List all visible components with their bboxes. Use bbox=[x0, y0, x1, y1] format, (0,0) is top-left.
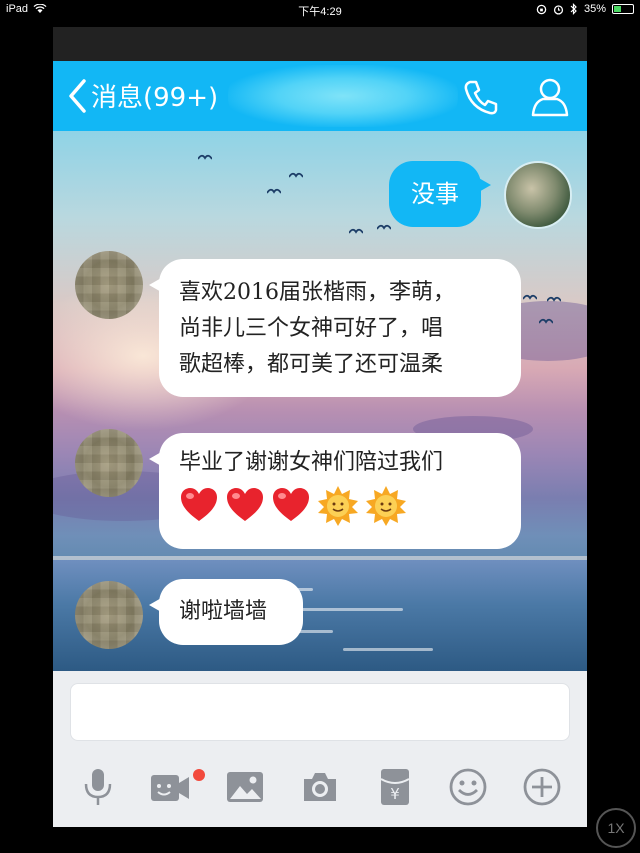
more-button[interactable] bbox=[522, 767, 562, 807]
message-list[interactable]: 没事 喜欢2016届张楷雨，李萌， 尚非儿三个女神可好了，唱 歌超棒，都可美了还… bbox=[53, 131, 587, 671]
image-icon bbox=[227, 772, 263, 802]
red-packet-icon: ¥ bbox=[380, 769, 410, 805]
emoji-row bbox=[179, 485, 501, 527]
yuan-symbol: ¥ bbox=[390, 785, 400, 803]
person-icon bbox=[531, 78, 569, 117]
sun-smile-icon bbox=[366, 486, 406, 526]
video-call-button[interactable] bbox=[150, 767, 190, 807]
microphone-icon bbox=[84, 769, 112, 805]
bird-icon bbox=[289, 172, 303, 178]
voice-message-button[interactable] bbox=[78, 767, 118, 807]
message-line: 歌超棒，都可美了还可温柔 bbox=[179, 352, 444, 377]
back-label: 消息(99+) bbox=[91, 83, 219, 113]
message-line: 毕业了谢谢女神们陪过我们 bbox=[179, 450, 444, 475]
sender-avatar-pixelated[interactable] bbox=[75, 581, 143, 649]
sender-avatar-pixelated[interactable] bbox=[75, 251, 143, 319]
bluetooth-icon bbox=[570, 3, 577, 15]
bird-icon bbox=[198, 154, 212, 160]
redacted-contact-name bbox=[228, 65, 458, 127]
phone-icon bbox=[464, 80, 498, 115]
chat-header: 消息(99+) bbox=[53, 61, 587, 131]
bird-icon bbox=[547, 296, 561, 302]
input-toolbar: ¥ bbox=[53, 747, 587, 827]
message-line: 尚非儿三个女神可好了，唱 bbox=[179, 316, 444, 341]
photo-button[interactable] bbox=[225, 767, 265, 807]
notification-dot bbox=[193, 769, 205, 781]
red-packet-button[interactable]: ¥ bbox=[375, 767, 415, 807]
back-button[interactable]: 消息(99+) bbox=[67, 77, 218, 114]
bird-icon bbox=[349, 228, 363, 234]
video-call-icon bbox=[151, 775, 189, 801]
message-composer bbox=[53, 671, 587, 747]
message-line: 喜欢2016届张楷雨，李萌， bbox=[179, 280, 455, 305]
message-bubble-outgoing[interactable]: 没事 bbox=[389, 161, 491, 227]
wallpaper-wave bbox=[343, 648, 433, 651]
heart-icon bbox=[181, 488, 217, 521]
camera-icon bbox=[304, 773, 336, 801]
contact-profile-button[interactable] bbox=[529, 75, 571, 121]
bird-icon bbox=[523, 294, 537, 300]
sun-smile-icon bbox=[318, 486, 358, 526]
emoji-icon bbox=[449, 768, 487, 806]
alarm-icon bbox=[553, 4, 564, 15]
camera-button[interactable] bbox=[300, 767, 340, 807]
message-input[interactable] bbox=[70, 683, 570, 741]
bird-icon bbox=[539, 318, 553, 324]
sender-avatar-pixelated[interactable] bbox=[75, 429, 143, 497]
heart-icon bbox=[273, 488, 309, 521]
qq-chat-window: 消息(99+) 没事 喜欢2016届张楷雨，李萌， 尚非儿三个女神可好了，唱 歌… bbox=[53, 27, 587, 827]
emoji-button[interactable] bbox=[448, 767, 488, 807]
message-bubble-incoming[interactable]: 谢啦墙墙 bbox=[149, 579, 303, 645]
status-bar: iPad 下午4:29 35% bbox=[0, 0, 640, 20]
bird-icon bbox=[267, 188, 281, 194]
chevron-left-icon bbox=[69, 78, 86, 113]
plus-icon bbox=[523, 768, 561, 806]
battery-percent: 35% bbox=[583, 3, 606, 15]
bird-icon bbox=[377, 224, 391, 230]
message-bubble-incoming[interactable]: 毕业了谢谢女神们陪过我们 bbox=[149, 433, 521, 549]
rotation-lock-icon bbox=[536, 4, 547, 14]
my-avatar[interactable] bbox=[504, 161, 572, 229]
battery-icon bbox=[612, 4, 634, 14]
message-bubble-incoming[interactable]: 喜欢2016届张楷雨，李萌， 尚非儿三个女神可好了，唱 歌超棒，都可美了还可温柔 bbox=[149, 259, 521, 397]
heart-icon bbox=[227, 488, 263, 521]
zoom-toggle-button[interactable]: 1X bbox=[596, 808, 636, 848]
voice-call-button[interactable] bbox=[461, 77, 501, 121]
